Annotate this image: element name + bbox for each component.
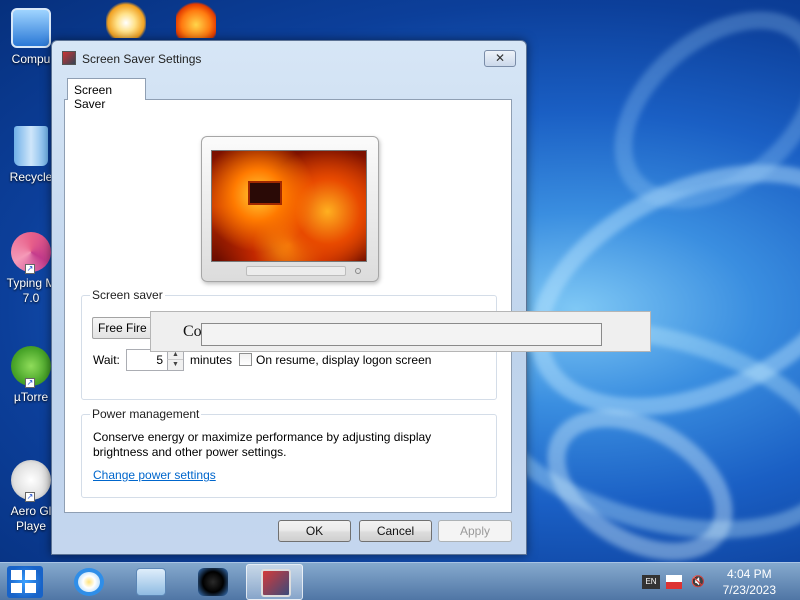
- disc-burner-icon[interactable]: [106, 0, 146, 38]
- change-power-settings-link[interactable]: Change power settings: [93, 468, 216, 482]
- clock-time: 4:04 PM: [726, 567, 772, 581]
- taskbar-media-player[interactable]: [184, 564, 241, 600]
- cancel-button[interactable]: Cancel: [359, 520, 432, 542]
- taskbar: EN 🔇 4:04 PM 7/23/2023: [0, 562, 800, 600]
- tab-panel: Screen saver Free Fire Screensaver Wait:…: [64, 99, 512, 513]
- wait-minutes-value: 5: [156, 353, 163, 367]
- recycle-bin-icon: [14, 126, 48, 166]
- shortcut-arrow-icon: ↗: [25, 492, 35, 502]
- shortcut-arrow-icon: ↗: [25, 264, 35, 274]
- monitor-base: [246, 266, 346, 276]
- screen-saver-preview: [201, 136, 379, 282]
- dialog-title: Screen Saver Settings: [82, 52, 202, 66]
- screen-saver-settings-icon: [261, 569, 291, 597]
- action-center-flag-icon[interactable]: [666, 575, 682, 589]
- fire-preview-image: [212, 151, 366, 261]
- logon-screen-checkbox[interactable]: [239, 353, 252, 366]
- power-management-group: Power management Conserve energy or maxi…: [81, 407, 497, 498]
- screen-saver-icon: [62, 51, 76, 65]
- wait-label: Wait:: [93, 353, 120, 367]
- taskbar-internet-explorer[interactable]: [60, 564, 117, 600]
- logon-screen-label[interactable]: On resume, display logon screen: [256, 353, 431, 367]
- spin-down-icon[interactable]: ▼: [167, 360, 183, 370]
- preview-screen: [211, 150, 367, 262]
- utorrent-icon: ↗: [11, 346, 51, 388]
- taskbar-screen-saver-settings[interactable]: [246, 564, 303, 600]
- close-button[interactable]: ✕: [484, 50, 516, 67]
- dialog-titlebar[interactable]: Screen Saver Settings ✕: [52, 41, 526, 77]
- monitor-power-led: [355, 268, 361, 274]
- apply-button[interactable]: Apply: [438, 520, 512, 542]
- taskbar-file-explorer[interactable]: [122, 564, 179, 600]
- progress-bar: [201, 323, 602, 346]
- close-icon: ✕: [494, 51, 506, 65]
- dialog-body: Screen Saver Screen saver Free Fire Scre…: [62, 77, 518, 514]
- power-management-description: Conserve energy or maximize performance …: [93, 430, 432, 459]
- ok-button[interactable]: OK: [278, 520, 351, 542]
- progress-popup: Co ll l hal: [150, 311, 651, 352]
- file-explorer-icon: [136, 568, 166, 596]
- typing-master-icon: ↗: [11, 232, 51, 274]
- screen-saver-group-label: Screen saver: [90, 288, 165, 302]
- media-player-icon: [198, 568, 228, 596]
- firefox-icon[interactable]: [176, 0, 216, 38]
- wait-minutes-stepper[interactable]: 5 ▲ ▼: [126, 349, 184, 371]
- minutes-label: minutes: [190, 353, 233, 367]
- keyboard-layout-icon[interactable]: EN: [642, 575, 660, 589]
- windows-logo-icon: [11, 570, 37, 594]
- volume-muted-icon[interactable]: 🔇: [690, 575, 706, 589]
- aero-glass-player-icon: ↗: [11, 460, 51, 502]
- tab-screen-saver[interactable]: Screen Saver: [67, 78, 146, 111]
- clock-date: 7/23/2023: [722, 583, 776, 597]
- power-management-label: Power management: [90, 407, 202, 421]
- screen-saver-settings-dialog: Screen Saver Settings ✕ Screen Saver Scr…: [51, 40, 527, 555]
- internet-explorer-icon: [74, 568, 104, 596]
- start-button[interactable]: [7, 566, 43, 598]
- system-clock[interactable]: 4:04 PM 7/23/2023: [723, 566, 776, 598]
- shortcut-arrow-icon: ↗: [25, 378, 35, 388]
- computer-icon: [11, 8, 51, 48]
- preview-window: [248, 181, 282, 205]
